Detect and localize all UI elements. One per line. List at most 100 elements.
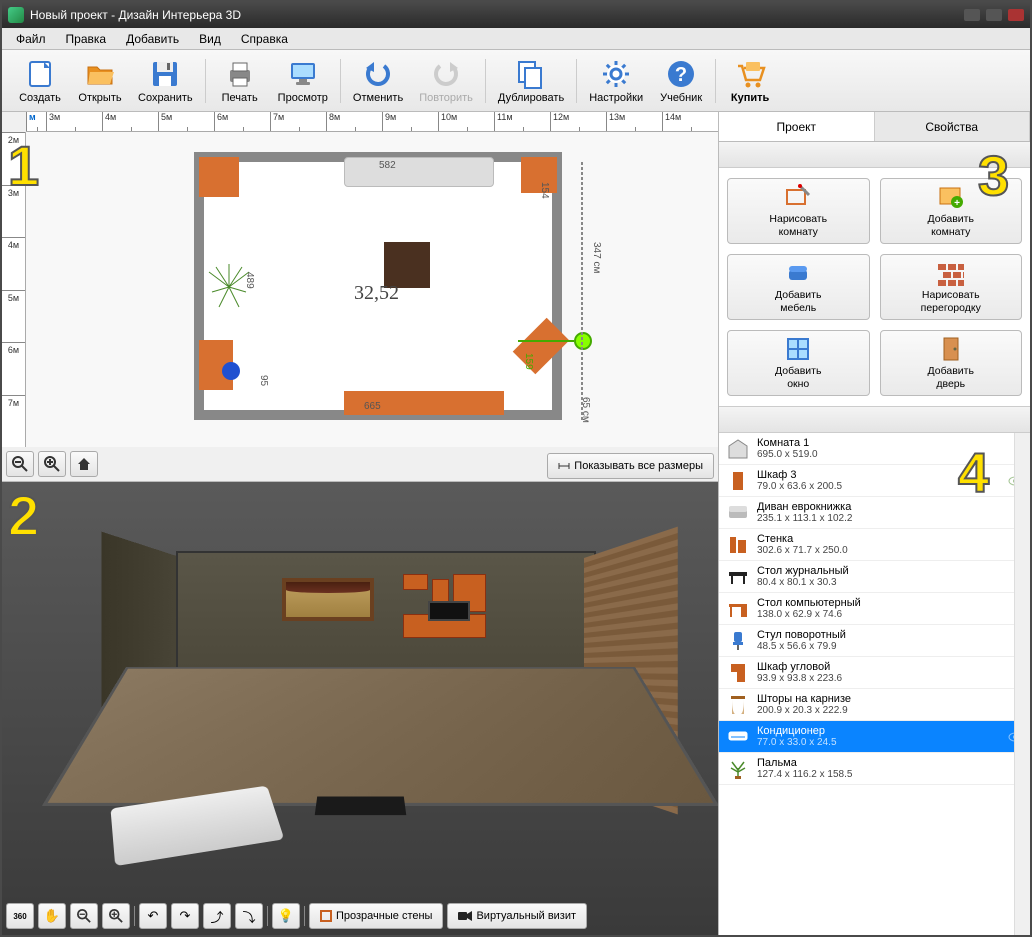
action-window[interactable]: Добавитьокно <box>727 330 870 396</box>
room-3d[interactable] <box>62 522 698 885</box>
close-button[interactable] <box>1008 9 1024 21</box>
window-3d[interactable] <box>282 578 373 620</box>
object-item[interactable]: Комната 1 695.0 x 519.0 <box>719 433 1030 465</box>
object-dims: 93.9 x 93.8 x 223.6 <box>757 673 1022 684</box>
redo-button[interactable]: Повторить <box>411 56 481 106</box>
dim-right: 154 <box>539 182 550 199</box>
object-item[interactable]: Кондиционер 77.0 x 33.0 x 24.5 <box>719 721 1030 753</box>
titlebar: Новый проект - Дизайн Интерьера 3D <box>2 2 1030 28</box>
plan-canvas[interactable]: 32,52 582 154 489 95 665 159 347 см 65 с… <box>26 132 718 447</box>
ruler-tick: 3м <box>2 185 25 238</box>
objects-header <box>719 407 1030 433</box>
buy-button[interactable]: Купить <box>720 56 780 106</box>
object-item[interactable]: Стул поворотный 48.5 x 56.6 x 79.9 <box>719 625 1030 657</box>
tab-Свойства[interactable]: Свойства <box>875 112 1031 141</box>
save-button[interactable]: Сохранить <box>130 56 201 106</box>
action-door[interactable]: Добавитьдверь <box>880 330 1023 396</box>
ruler-tick: 12м <box>550 112 606 131</box>
menu-Правка[interactable]: Правка <box>56 30 117 48</box>
virtual-visit-button[interactable]: Виртуальный визит <box>447 903 587 929</box>
object-item[interactable]: Шкаф 3 79.0 x 63.6 x 200.5 <box>719 465 1030 497</box>
table-3d[interactable] <box>315 796 407 815</box>
object-item[interactable]: Шторы на карнизе 200.9 x 20.3 x 222.9 <box>719 689 1030 721</box>
swivel-chair[interactable] <box>222 362 240 380</box>
disk-icon <box>149 58 181 90</box>
maximize-button[interactable] <box>986 9 1002 21</box>
ac-icon <box>727 726 749 748</box>
object-item[interactable]: Шкаф угловой 93.9 x 93.8 x 223.6 <box>719 657 1030 689</box>
object-item[interactable]: Стенка 302.6 x 71.7 x 250.0 <box>719 529 1030 561</box>
object-name: Шкаф 3 <box>757 469 1008 481</box>
zoom-out-button[interactable] <box>6 451 34 477</box>
plan-2d-view[interactable]: м 3м4м5м6м7м8м9м10м11м12м13м14м 2м3м4м5м… <box>2 112 718 482</box>
show-all-dims-button[interactable]: Показывать все размеры <box>547 453 714 479</box>
settings-button[interactable]: Настройки <box>581 56 651 106</box>
action-label: Нарисоватькомнату <box>769 213 827 238</box>
object-item[interactable]: Стол компьютерный 138.0 x 62.9 x 74.6 <box>719 593 1030 625</box>
app-icon <box>8 7 24 23</box>
create-button[interactable]: Создать <box>10 56 70 106</box>
room-icon <box>727 438 749 460</box>
object-item[interactable]: Диван еврокнижка 235.1 x 113.1 x 102.2 <box>719 497 1030 529</box>
toolbar-label: Печать <box>222 92 258 104</box>
plan-toolbar <box>6 449 98 479</box>
zoom-in-3d-button[interactable] <box>102 903 130 929</box>
object-name: Стол компьютерный <box>757 597 1022 609</box>
tv-3d[interactable] <box>428 601 470 621</box>
menu-Добавить[interactable]: Добавить <box>116 30 189 48</box>
draw-room-icon <box>785 184 811 210</box>
object-name: Шкаф угловой <box>757 661 1022 673</box>
toolbar-label: Открыть <box>78 92 121 104</box>
pan-button[interactable]: ✋ <box>38 903 66 929</box>
plant-icon <box>727 758 749 780</box>
action-label: Добавитькомнату <box>928 213 974 238</box>
toolbar-label: Сохранить <box>138 92 193 104</box>
tab-Проект[interactable]: Проект <box>719 112 875 141</box>
undo-icon <box>362 58 394 90</box>
transparent-walls-button[interactable]: Прозрачные стены <box>309 903 443 929</box>
home-button[interactable] <box>70 451 98 477</box>
selection-line <box>518 340 574 342</box>
rotate-360-button[interactable]: 360 <box>6 903 34 929</box>
rotate-right-button[interactable]: ↷ <box>171 903 199 929</box>
menu-Файл[interactable]: Файл <box>6 30 56 48</box>
tilt-up-button[interactable]: ⤴ <box>203 903 231 929</box>
folder-icon <box>84 58 116 90</box>
action-add-furniture[interactable]: Добавитьмебель <box>727 254 870 320</box>
zoom-in-button[interactable] <box>38 451 66 477</box>
dup-button[interactable]: Дублировать <box>490 56 572 106</box>
action-add-room[interactable]: + Добавитькомнату <box>880 178 1023 244</box>
open-button[interactable]: Открыть <box>70 56 130 106</box>
zoom-out-3d-button[interactable] <box>70 903 98 929</box>
sofa-eurobook[interactable] <box>344 157 494 187</box>
menu-Справка[interactable]: Справка <box>231 30 298 48</box>
tilt-down-button[interactable]: ⤵ <box>235 903 263 929</box>
scrollbar[interactable] <box>1014 433 1030 935</box>
selection-handle[interactable] <box>574 332 592 350</box>
rotate-left-button[interactable]: ↶ <box>139 903 167 929</box>
view-3d[interactable]: 360 ✋ ↶ ↷ ⤴ ⤵ 💡 Прозрачные стены <box>2 482 718 935</box>
undo-button[interactable]: Отменить <box>345 56 411 106</box>
object-name: Диван еврокнижка <box>757 501 1022 513</box>
ruler-tick: 3м <box>46 112 102 131</box>
corner-wardrobe[interactable] <box>199 157 239 197</box>
object-item[interactable]: Пальма 127.4 x 116.2 x 158.5 <box>719 753 1030 785</box>
wall-icon <box>938 260 964 286</box>
object-item[interactable]: Стол журнальный 80.4 x 80.1 x 30.3 <box>719 561 1030 593</box>
menu-Вид[interactable]: Вид <box>189 30 231 48</box>
object-list[interactable]: 4 Комната 1 695.0 x 519.0 Шкаф 3 79.0 x … <box>719 433 1030 935</box>
lighting-button[interactable]: 💡 <box>272 903 300 929</box>
door-2d[interactable] <box>244 414 274 420</box>
corner-desk[interactable] <box>513 318 570 375</box>
help-button[interactable]: ?Учебник <box>651 56 711 106</box>
action-draw-room[interactable]: Нарисоватькомнату <box>727 178 870 244</box>
ruler-tick: 5м <box>2 290 25 343</box>
room-outline[interactable]: 32,52 582 154 489 95 665 159 <box>194 152 562 420</box>
preview-button[interactable]: Просмотр <box>270 56 336 106</box>
print-button[interactable]: Печать <box>210 56 270 106</box>
object-dims: 77.0 x 33.0 x 24.5 <box>757 737 1008 748</box>
action-wall[interactable]: Нарисоватьперегородку <box>880 254 1023 320</box>
minimize-button[interactable] <box>964 9 980 21</box>
toolbar-label: Дублировать <box>498 92 564 104</box>
add-room-icon: + <box>938 184 964 210</box>
